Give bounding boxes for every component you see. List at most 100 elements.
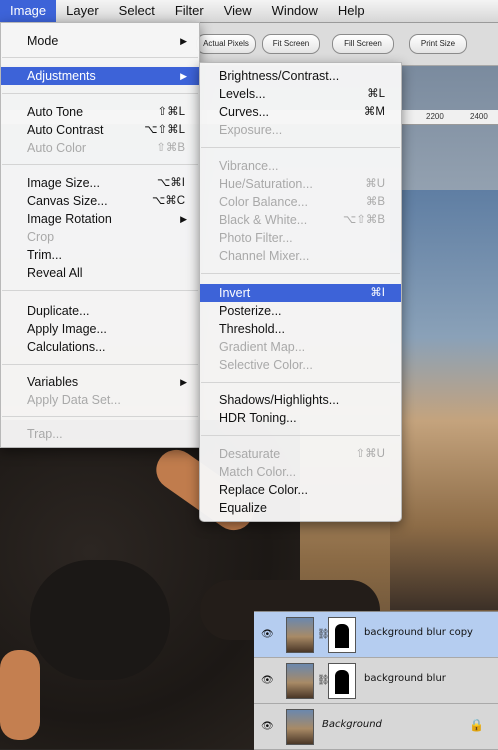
menu-item-label: Threshold... (219, 322, 286, 336)
menu-item-trap: Trap... (1, 425, 199, 443)
menu-item-label: Gradient Map... (219, 340, 306, 354)
menu-item-auto-contrast[interactable]: Auto Contrast ⌥⇧⌘L (1, 121, 199, 139)
menu-help[interactable]: Help (328, 0, 375, 22)
layer-row-background-blur[interactable]: 👁 ⛓ background blur (254, 658, 498, 704)
actual-pixels-button[interactable]: Actual Pixels (196, 34, 256, 54)
image-menu: Mode ▶ Adjustments ▶ Auto Tone ⇧⌘L Auto Con… (0, 22, 200, 448)
menu-item-threshold[interactable]: Threshold... (200, 320, 401, 338)
menu-item-levels[interactable]: Levels... ⌘L (200, 85, 401, 103)
menu-item-canvas-size[interactable]: Canvas Size... ⌥⌘C (1, 192, 199, 210)
menu-item-label: Reveal All (27, 266, 83, 280)
menu-item-exposure: Exposure... (200, 121, 401, 139)
menu-item-label: Trap... (27, 427, 63, 441)
menu-item-label: Trim... (27, 248, 62, 262)
menu-separator (201, 382, 400, 383)
fit-screen-button[interactable]: Fit Screen (262, 34, 320, 54)
menu-filter[interactable]: Filter (165, 0, 214, 22)
layer-row-background-blur-copy[interactable]: 👁 ⛓ background blur copy (254, 612, 498, 658)
menu-item-shortcut: ⇧⌘L (157, 106, 185, 118)
menu-item-label: Black & White... (219, 213, 308, 227)
menu-item-black-white: Black & White... ⌥⇧⌘B (200, 211, 401, 229)
menu-item-auto-tone[interactable]: Auto Tone ⇧⌘L (1, 103, 199, 121)
fill-screen-button[interactable]: Fill Screen (332, 34, 394, 54)
menu-item-label: Auto Color (27, 141, 87, 155)
menu-item-label: Posterize... (219, 304, 282, 318)
menu-item-label: Brightness/Contrast... (219, 69, 340, 83)
menu-item-variables[interactable]: Variables ▶ (1, 373, 199, 391)
menu-item-equalize[interactable]: Equalize (200, 499, 401, 517)
menu-item-shortcut: ⌥⇧⌘L (144, 124, 185, 136)
menu-separator (2, 93, 198, 94)
menu-item-gradient-map: Gradient Map... (200, 338, 401, 356)
menu-item-label: Hue/Saturation... (219, 177, 313, 191)
menu-item-label: Mode (27, 34, 59, 48)
menu-item-label: Adjustments (27, 69, 96, 83)
layer-thumbnail (286, 617, 314, 653)
menu-item-reveal-all[interactable]: Reveal All (1, 264, 199, 282)
menu-item-posterize[interactable]: Posterize... (200, 302, 401, 320)
menu-item-curves[interactable]: Curves... ⌘M (200, 103, 401, 121)
menu-item-mode[interactable]: Mode ▶ (1, 32, 199, 50)
menu-item-apply-image[interactable]: Apply Image... (1, 320, 199, 338)
menu-item-apply-data-set: Apply Data Set... (1, 391, 199, 409)
visibility-eye-icon[interactable]: 👁 (261, 629, 274, 640)
menu-separator (2, 290, 198, 291)
menu-bar: Image Layer Select Filter View Window He… (0, 0, 498, 23)
menu-separator (2, 164, 198, 165)
menu-item-color-balance: Color Balance... ⌘B (200, 193, 401, 211)
menu-item-label: Invert (219, 286, 251, 300)
layer-row-background[interactable]: 👁 Background 🔒 (254, 704, 498, 750)
menu-layer[interactable]: Layer (56, 0, 109, 22)
menu-item-image-size[interactable]: Image Size... ⌥⌘I (1, 174, 199, 192)
menu-item-match-color: Match Color... (200, 463, 401, 481)
layer-mask-thumbnail[interactable] (328, 663, 356, 699)
menu-image[interactable]: Image (0, 0, 57, 22)
menu-item-vibrance: Vibrance... (200, 157, 401, 175)
menu-separator (201, 435, 400, 436)
menu-item-label: Match Color... (219, 465, 297, 479)
menu-item-shortcut: ⌥⌘C (151, 195, 185, 207)
menu-item-adjustments[interactable]: Adjustments ▶ (1, 67, 199, 85)
menu-item-trim[interactable]: Trim... (1, 246, 199, 264)
menu-item-label: Variables (27, 375, 79, 389)
adjustments-submenu: Brightness/Contrast... Levels... ⌘L Curve… (199, 62, 402, 522)
menu-item-shadows-highlights[interactable]: Shadows/Highlights... (200, 391, 401, 409)
photo-subject-head (30, 560, 170, 680)
submenu-arrow-icon: ▶ (180, 214, 187, 224)
submenu-arrow-icon: ▶ (180, 71, 187, 81)
visibility-eye-icon[interactable]: 👁 (261, 721, 274, 732)
layer-name: background blur copy (364, 627, 473, 638)
menu-item-image-rotation[interactable]: Image Rotation ▶ (1, 210, 199, 228)
menu-item-shortcut: ⌘I (370, 287, 385, 299)
menu-view[interactable]: View (214, 0, 262, 22)
menu-item-label: Image Rotation (27, 212, 112, 226)
menu-select[interactable]: Select (109, 0, 165, 22)
menu-item-hdr-toning[interactable]: HDR Toning... (200, 409, 401, 427)
menu-separator (201, 147, 400, 148)
print-size-button[interactable]: Print Size (409, 34, 467, 54)
ruler-label: 2400 (470, 112, 488, 121)
menu-window[interactable]: Window (262, 0, 328, 22)
menu-item-label: Color Balance... (219, 195, 308, 209)
menu-item-desaturate: Desaturate ⇧⌘U (200, 445, 401, 463)
layer-thumbnail (286, 709, 314, 745)
menu-item-label: Apply Image... (27, 322, 107, 336)
menu-item-shortcut: ⌘M (363, 106, 385, 118)
visibility-eye-icon[interactable]: 👁 (261, 675, 274, 686)
lock-icon: 🔒 (469, 718, 484, 732)
menu-item-calculations[interactable]: Calculations... (1, 338, 199, 356)
menu-item-crop: Crop (1, 228, 199, 246)
menu-separator (201, 273, 400, 274)
menu-item-channel-mixer: Channel Mixer... (200, 247, 401, 265)
menu-item-label: Image Size... (27, 176, 100, 190)
menu-item-invert[interactable]: Invert ⌘I (200, 284, 401, 302)
menu-item-label: Photo Filter... (219, 231, 293, 245)
photo-sky-region (390, 190, 498, 610)
layer-mask-thumbnail[interactable] (328, 617, 356, 653)
menu-item-brightness-contrast[interactable]: Brightness/Contrast... (200, 67, 401, 85)
menu-item-shortcut: ⌘U (365, 178, 385, 190)
menu-separator (2, 57, 198, 58)
menu-item-duplicate[interactable]: Duplicate... (1, 302, 199, 320)
menu-item-replace-color[interactable]: Replace Color... (200, 481, 401, 499)
menu-item-label: Calculations... (27, 340, 106, 354)
